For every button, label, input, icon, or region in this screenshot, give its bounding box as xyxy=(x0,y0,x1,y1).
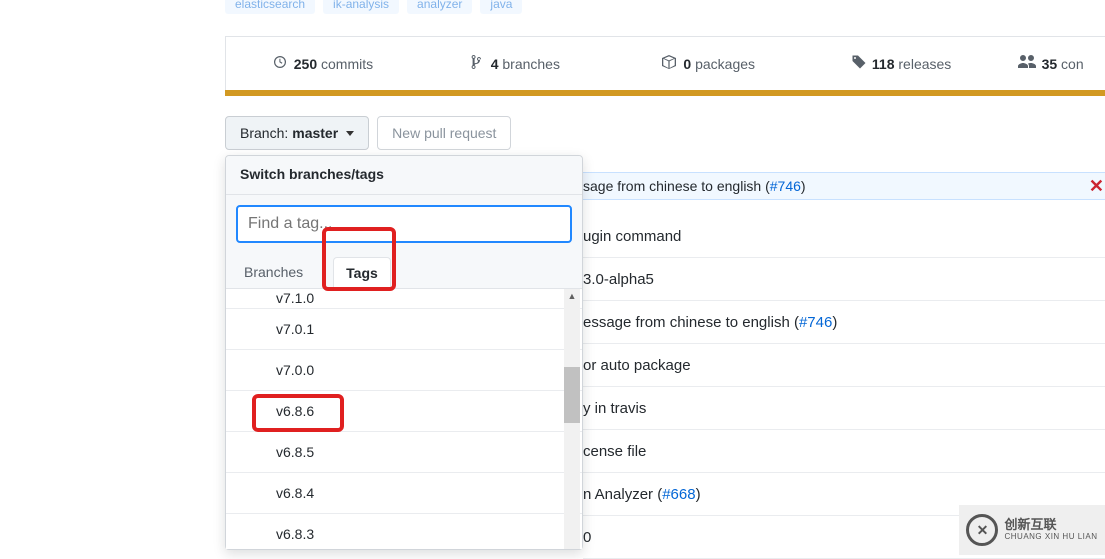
file-row[interactable]: cense file xyxy=(583,430,1105,473)
branch-value: master xyxy=(292,125,338,141)
dropdown-list: v7.1.0 v7.0.1 v7.0.0 v6.8.6 v6.8.5 v6.8.… xyxy=(226,289,582,549)
row-text: ugin command xyxy=(583,228,681,245)
count: 35 xyxy=(1042,56,1058,72)
tag-item[interactable]: v6.8.5 xyxy=(226,432,582,473)
stat-contributors[interactable]: 35 con xyxy=(998,55,1105,72)
new-pull-request-button[interactable]: New pull request xyxy=(377,116,511,150)
file-row[interactable]: or auto package xyxy=(583,344,1105,387)
stat-commits[interactable]: 250 commits xyxy=(226,54,419,73)
count: 250 xyxy=(294,56,317,72)
file-row[interactable]: 3.0-alpha5 xyxy=(583,258,1105,301)
row-text: essage from chinese to english ( xyxy=(583,314,799,331)
row-text: y in travis xyxy=(583,400,646,417)
branch-tag-dropdown: Switch branches/tags Branches Tags v7.1.… xyxy=(225,155,583,550)
row-link[interactable]: #746 xyxy=(799,314,832,331)
count: 118 xyxy=(872,56,895,72)
file-row[interactable]: essage from chinese to english (#746) xyxy=(583,301,1105,344)
tab-branches[interactable]: Branches xyxy=(240,256,307,288)
row-text: 3.0-alpha5 xyxy=(583,271,654,288)
file-row[interactable]: ugin command xyxy=(583,215,1105,258)
dropdown-input-wrap xyxy=(226,195,582,253)
stat-packages[interactable]: 0 packages xyxy=(612,54,805,73)
tag-item[interactable]: v7.1.0 xyxy=(226,289,582,309)
label: con xyxy=(1061,56,1084,72)
commit-link[interactable]: #746 xyxy=(770,178,801,194)
count: 4 xyxy=(491,56,499,72)
label: branches xyxy=(502,56,560,72)
topic-tag[interactable]: ik-analysis xyxy=(323,0,399,14)
scrollbar-thumb[interactable] xyxy=(564,367,580,423)
topic-tag[interactable]: elasticsearch xyxy=(225,0,315,14)
scroll-up-icon[interactable]: ▲ xyxy=(564,289,580,303)
language-bar xyxy=(225,90,1105,96)
topic-tags: elasticsearch ik-analysis analyzer java xyxy=(225,0,522,14)
commit-banner: sage from chinese to english (#746) ✕ xyxy=(583,172,1105,200)
watermark-logo: ✕ 创新互联 CHUANG XIN HU LIAN xyxy=(959,505,1105,555)
label: releases xyxy=(898,56,951,72)
people-icon xyxy=(1018,55,1036,72)
topic-tag[interactable]: analyzer xyxy=(407,0,472,14)
close-icon[interactable]: ✕ xyxy=(1089,176,1104,197)
row-text: ) xyxy=(696,486,701,503)
tag-filter-input[interactable] xyxy=(236,205,572,243)
row-text: n Analyzer ( xyxy=(583,486,662,503)
stat-releases[interactable]: 118 releases xyxy=(805,54,998,73)
topic-tag[interactable]: java xyxy=(480,0,522,14)
branch-select-button[interactable]: Branch: master xyxy=(225,116,369,150)
package-icon xyxy=(661,54,677,73)
history-icon xyxy=(272,54,288,73)
label: commits xyxy=(321,56,373,72)
branch-icon xyxy=(471,54,485,73)
dropdown-title: Switch branches/tags xyxy=(226,156,582,195)
tag-item[interactable]: v6.8.4 xyxy=(226,473,582,514)
label: packages xyxy=(695,56,755,72)
stat-branches[interactable]: 4 branches xyxy=(419,54,612,73)
commit-text-suffix: ) xyxy=(801,178,806,194)
branch-prefix: Branch: xyxy=(240,125,288,141)
tag-item[interactable]: v7.0.1 xyxy=(226,309,582,350)
row-text: ) xyxy=(832,314,837,331)
dropdown-tabs: Branches Tags xyxy=(226,253,582,289)
caret-down-icon xyxy=(346,131,354,136)
tag-icon xyxy=(851,54,866,73)
tag-item[interactable]: v6.8.3 xyxy=(226,514,582,549)
logo-text: 创新互联 xyxy=(1004,518,1097,532)
tab-tags[interactable]: Tags xyxy=(333,257,391,289)
repo-stats-bar: 250 commits 4 branches 0 packages 118 re… xyxy=(225,36,1105,90)
logo-mark-icon: ✕ xyxy=(966,514,998,546)
file-row[interactable]: y in travis xyxy=(583,387,1105,430)
row-text: or auto package xyxy=(583,357,691,374)
commit-text: sage from chinese to english ( xyxy=(583,178,770,194)
row-text: cense file xyxy=(583,443,646,460)
row-link[interactable]: #668 xyxy=(662,486,695,503)
tag-item[interactable]: v6.8.6 xyxy=(226,391,582,432)
tag-item[interactable]: v7.0.0 xyxy=(226,350,582,391)
logo-subtext: CHUANG XIN HU LIAN xyxy=(1004,533,1097,542)
count: 0 xyxy=(683,56,691,72)
row-text: 0 xyxy=(583,529,591,546)
branch-row: Branch: master New pull request xyxy=(225,116,511,150)
